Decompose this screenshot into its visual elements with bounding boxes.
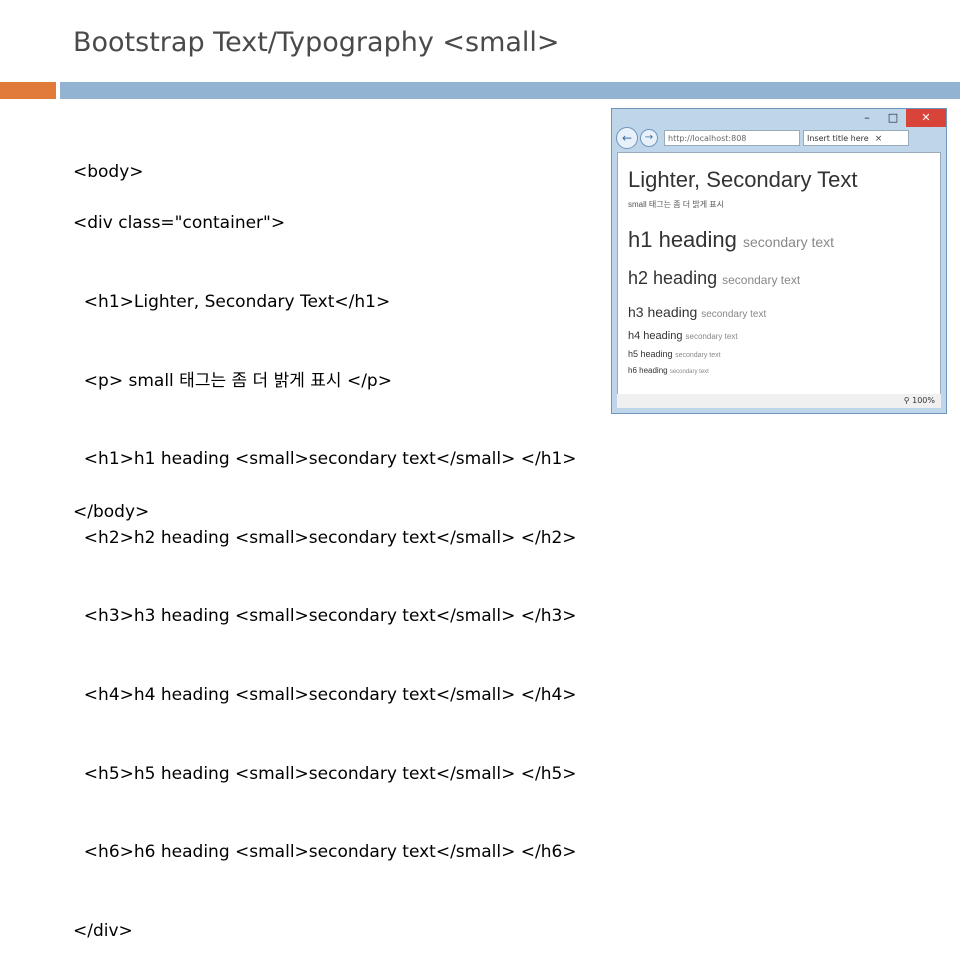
page-heading-h3: h3 heading secondary text <box>628 304 766 320</box>
zoom-level[interactable]: 100% <box>912 396 935 405</box>
code-line: <h4>h4 heading <small>secondary text</sm… <box>73 684 577 705</box>
heading-main: h1 heading <box>628 227 737 252</box>
code-body-close: </body> <box>73 447 149 552</box>
heading-small: secondary text <box>743 234 835 250</box>
heading-small: secondary text <box>701 309 767 320</box>
page-heading-h5: h5 heading secondary text <box>628 349 721 359</box>
code-line: <h3>h3 heading <small>secondary text</sm… <box>73 606 577 627</box>
code-line: <div class="container"> <box>73 213 286 234</box>
zoom-icon[interactable]: ⚲ <box>904 396 912 405</box>
heading-small: secondary text <box>675 352 721 359</box>
heading-main: h4 heading <box>628 330 683 342</box>
heading-small: secondary text <box>722 273 801 287</box>
accent-bar-orange <box>0 82 56 99</box>
forward-arrow-icon[interactable]: → <box>640 129 658 147</box>
browser-tab[interactable]: Insert title here × <box>803 130 909 146</box>
accent-bar-blue <box>60 82 960 99</box>
code-line: <h5>h5 heading <small>secondary text</sm… <box>73 763 577 784</box>
heading-small: secondary text <box>669 369 709 375</box>
page-h1-title: Lighter, Secondary Text <box>628 167 858 192</box>
address-bar[interactable]: http://localhost:808 <box>664 130 800 146</box>
code-line: </body> <box>73 502 150 523</box>
code-line: <h1>Lighter, Secondary Text</h1> <box>73 292 391 312</box>
back-arrow-icon[interactable]: ← <box>616 127 638 149</box>
heading-main: h6 heading <box>628 366 668 375</box>
heading-main: h3 heading <box>628 304 698 320</box>
page-heading-h6: h6 heading secondary text <box>628 366 709 375</box>
tab-close-icon[interactable]: × <box>875 134 883 144</box>
tab-title: Insert title here <box>807 134 869 143</box>
page-heading-h4: h4 heading secondary text <box>628 330 738 342</box>
code-line: <p> small 태그는 좀 더 밝게 표시 </p> <box>73 370 392 391</box>
code-line: <h6>h6 heading <small>secondary text</sm… <box>73 842 577 863</box>
heading-small: secondary text <box>685 332 738 341</box>
browser-viewport: Lighter, Secondary Text small 태그는 좀 더 밝게… <box>617 152 941 396</box>
page-heading-h1: h1 heading secondary text <box>628 227 834 253</box>
heading-main: h5 heading <box>628 349 673 359</box>
page-heading-h2: h2 heading secondary text <box>628 268 800 289</box>
code-block: <div class="container"> <h1>Lighter, Sec… <box>73 158 577 970</box>
status-bar: ⚲ 100% <box>617 394 941 408</box>
page-paragraph: small 태그는 좀 더 밝게 표시 <box>628 200 725 209</box>
browser-navbar: ← → http://localhost:808 Insert title he… <box>616 125 942 151</box>
heading-main: h2 heading <box>628 268 718 288</box>
code-line: </div> <box>73 920 133 941</box>
slide-title: Bootstrap Text/Typography <small> <box>73 27 560 58</box>
browser-window: – □ ✕ ← → http://localhost:808 Insert ti… <box>611 108 947 414</box>
